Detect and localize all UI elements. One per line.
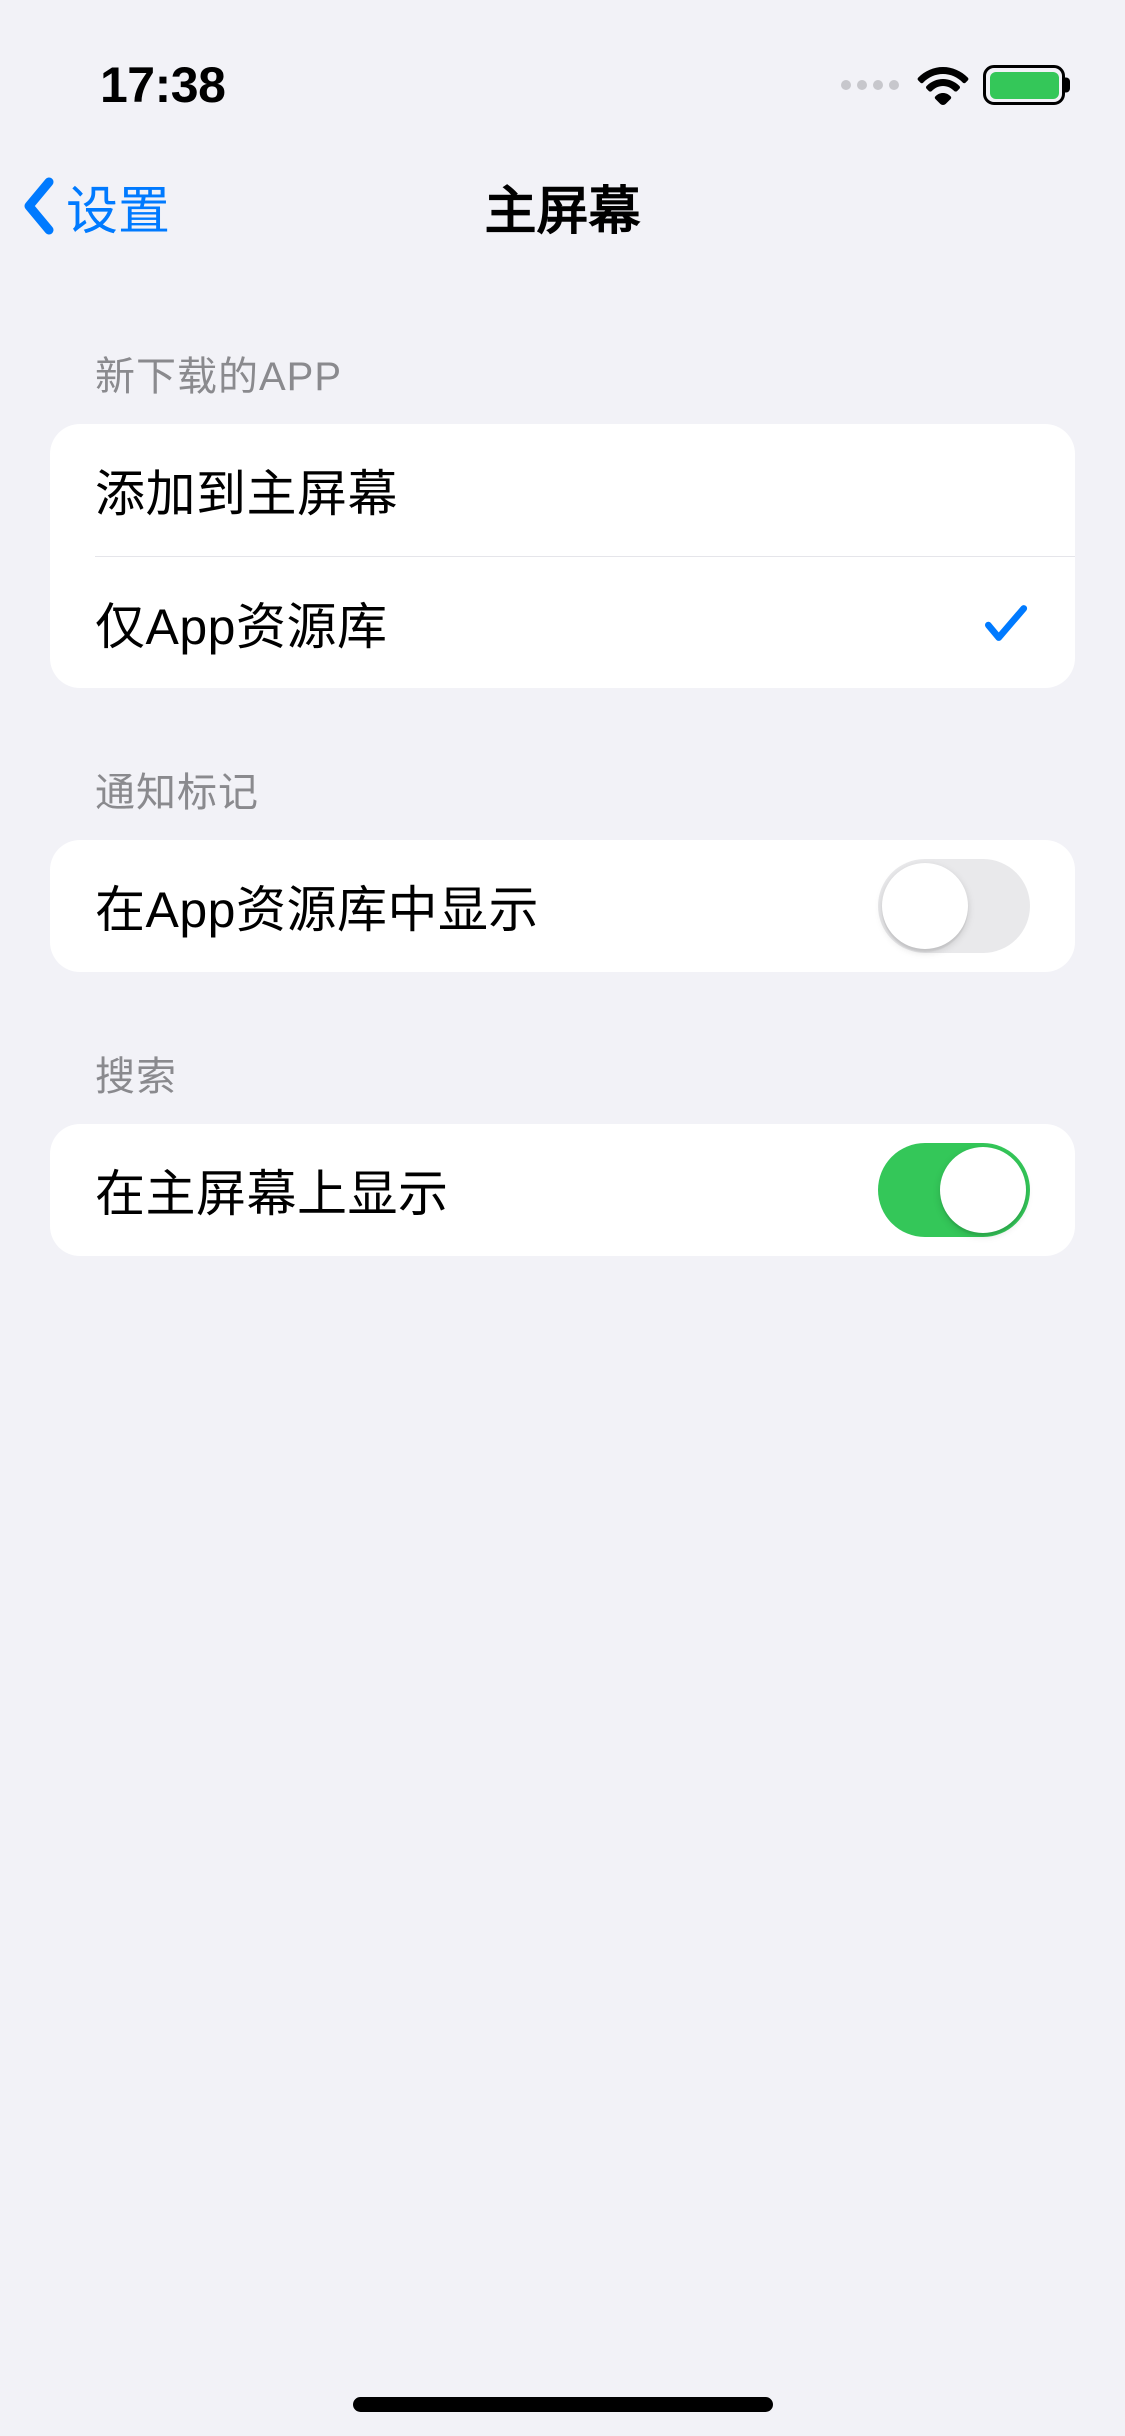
group-new-downloads: 添加到主屏幕 仅App资源库 [50, 424, 1075, 688]
row-show-in-app-library: 在App资源库中显示 [50, 840, 1075, 972]
group-badges: 在App资源库中显示 [50, 840, 1075, 972]
option-add-to-home[interactable]: 添加到主屏幕 [50, 424, 1075, 556]
home-indicator[interactable] [353, 2397, 773, 2412]
section-header-search: 搜索 [50, 972, 1075, 1124]
cellular-dots-icon [841, 80, 899, 90]
option-app-library-only[interactable]: 仅App资源库 [95, 556, 1075, 688]
back-label: 设置 [66, 169, 170, 244]
navigation-bar: 设置 主屏幕 [0, 140, 1125, 272]
content: 新下载的APP 添加到主屏幕 仅App资源库 通知标记 在App资源库中显示 搜… [0, 272, 1125, 1256]
wifi-icon [917, 65, 969, 105]
status-bar: 17:38 [0, 0, 1125, 140]
checkmark-icon [980, 598, 1030, 648]
section-header-badges: 通知标记 [50, 688, 1075, 840]
status-time: 17:38 [100, 56, 225, 114]
row-label: 仅App资源库 [95, 587, 387, 659]
back-button[interactable]: 设置 [20, 169, 170, 244]
group-search: 在主屏幕上显示 [50, 1124, 1075, 1256]
row-label: 在主屏幕上显示 [95, 1154, 449, 1226]
page-title: 主屏幕 [484, 169, 640, 244]
row-label: 在App资源库中显示 [95, 870, 539, 942]
row-label: 添加到主屏幕 [95, 454, 398, 526]
status-indicators [841, 65, 1065, 105]
toggle-show-on-home[interactable] [878, 1143, 1030, 1237]
chevron-left-icon [20, 176, 58, 236]
battery-icon [983, 65, 1065, 105]
row-show-on-home: 在主屏幕上显示 [50, 1124, 1075, 1256]
toggle-show-in-app-library[interactable] [878, 859, 1030, 953]
section-header-new-downloads: 新下载的APP [50, 272, 1075, 424]
